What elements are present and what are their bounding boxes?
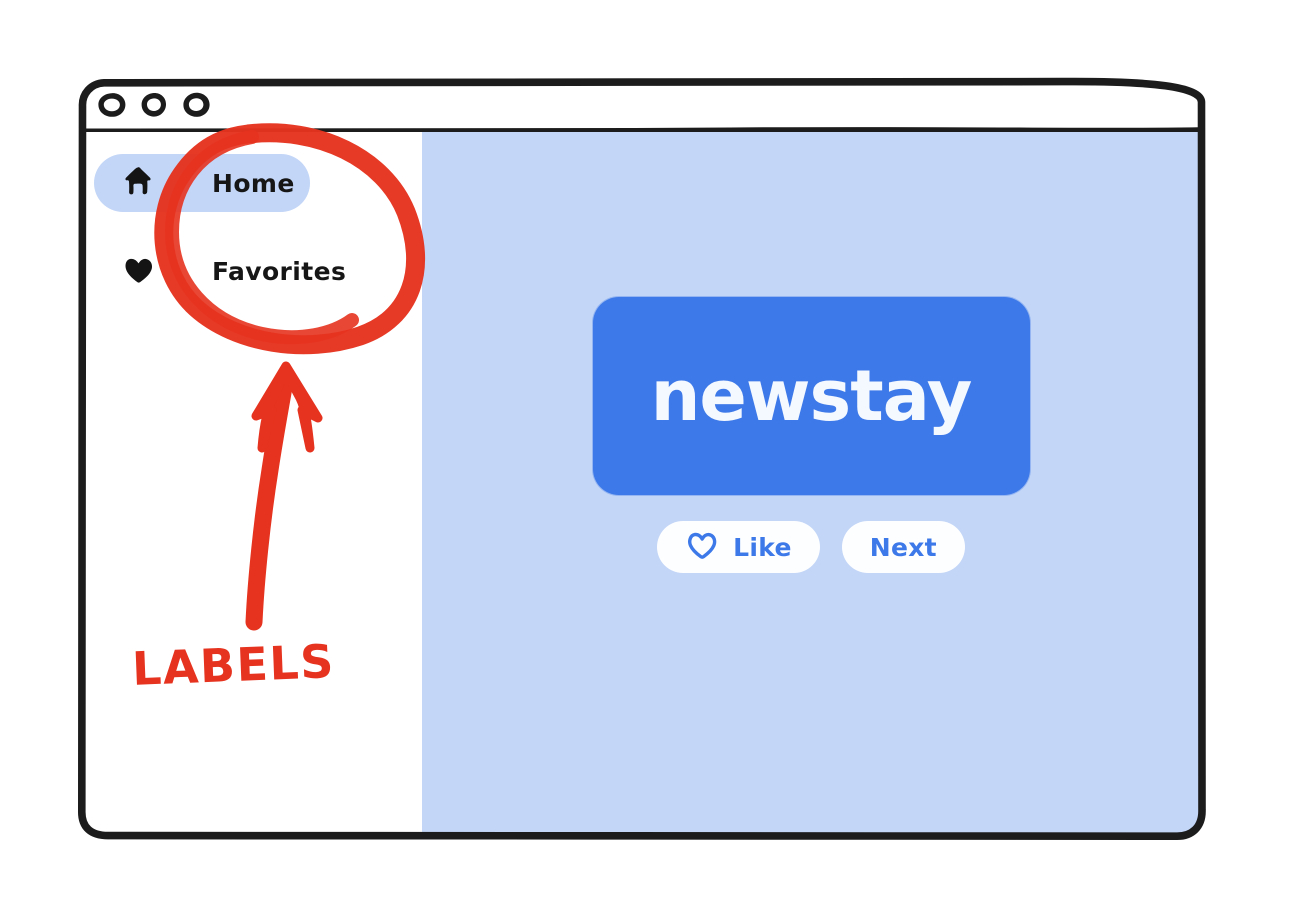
like-button[interactable]: Like — [657, 521, 820, 573]
heart-filled-icon — [118, 252, 160, 290]
next-button-label: Next — [869, 532, 937, 562]
window-titlebar — [80, 80, 1200, 134]
sidebar: Home Favorites — [80, 132, 422, 836]
sidebar-item-favorites[interactable]: Favorites — [94, 242, 408, 300]
sidebar-item-label-favorites: Favorites — [212, 256, 347, 286]
traffic-light-group — [95, 90, 213, 120]
hero-title: newstay — [650, 355, 973, 437]
hero-card: newstay — [592, 297, 1030, 495]
maximize-dot[interactable] — [179, 90, 213, 120]
heart-outline-icon — [685, 530, 719, 564]
browser-window: Home Favorites newstay Like Next — [77, 77, 1206, 841]
labels-callout-text: LABELS — [131, 634, 336, 696]
main-content-area: newstay Like Next — [422, 132, 1200, 836]
like-button-label: Like — [733, 532, 792, 562]
sidebar-item-label-home: Home — [212, 168, 295, 198]
minimize-dot[interactable] — [138, 90, 170, 120]
house-icon — [118, 164, 160, 202]
close-dot[interactable] — [95, 90, 129, 120]
sidebar-item-home[interactable]: Home — [94, 154, 310, 212]
sketch-mockup-canvas: Home Favorites newstay Like Next LABELS — [0, 0, 1298, 920]
action-button-row: Like Next — [657, 521, 965, 573]
window-content: Home Favorites newstay Like Next — [80, 132, 1200, 836]
window-body: Home Favorites newstay Like Next — [80, 80, 1200, 836]
next-button[interactable]: Next — [841, 521, 965, 573]
